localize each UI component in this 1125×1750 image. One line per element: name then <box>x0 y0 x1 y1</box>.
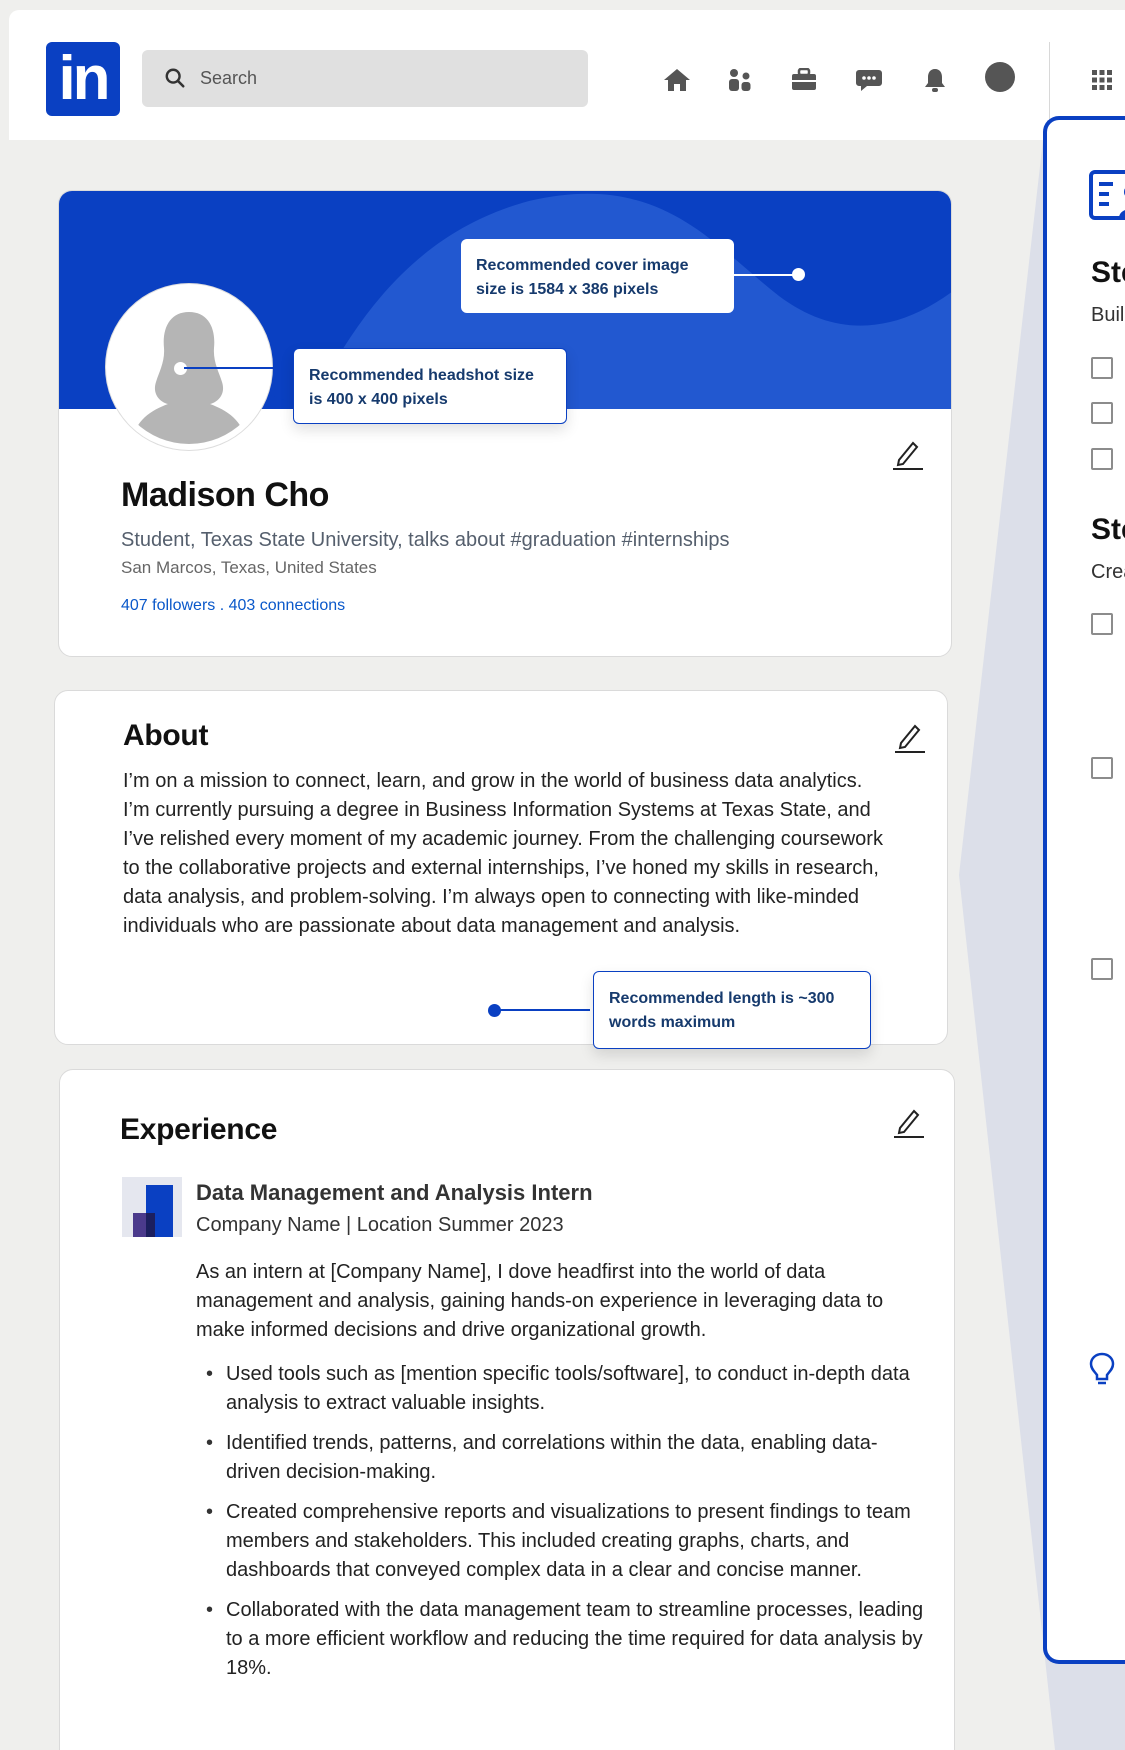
job-title: Data Management and Analysis Intern <box>196 1180 593 1205</box>
checklist-checkbox[interactable] <box>1091 613 1113 635</box>
profile-name: Madison Cho <box>121 476 329 514</box>
checklist-side-panel: Ste Buil Ste Crea <box>1043 116 1125 1664</box>
headshot-size-callout: Recommended headshot size is 400 x 400 p… <box>293 348 567 424</box>
edit-experience-pencil-icon[interactable] <box>892 1104 926 1138</box>
list-item: Identified trends, patterns, and correla… <box>206 1429 926 1487</box>
checklist-checkbox[interactable] <box>1091 958 1113 980</box>
job-meta: Company Name | Location Summer 2023 <box>196 1214 564 1236</box>
jobs-icon[interactable] <box>789 65 819 95</box>
list-item: Collaborated with the data management te… <box>206 1596 926 1683</box>
messaging-icon[interactable] <box>854 65 884 95</box>
lightbulb-icon <box>1089 1352 1115 1385</box>
job-bullets: Used tools such as [mention specific too… <box>206 1360 926 1694</box>
apps-grid-icon[interactable] <box>1087 65 1117 95</box>
list-item: Created comprehensive reports and visual… <box>206 1498 926 1585</box>
checklist-checkbox[interactable] <box>1091 448 1113 470</box>
profile-intro-card: Recommended cover image size is 1584 x 3… <box>58 190 952 657</box>
edit-about-pencil-icon[interactable] <box>893 719 927 753</box>
company-logo[interactable] <box>122 1177 182 1237</box>
job-description: As an intern at [Company Name], I dove h… <box>196 1261 884 1341</box>
profile-avatar[interactable] <box>985 62 1015 92</box>
step2-heading: Ste <box>1091 513 1125 546</box>
search-icon <box>165 68 185 88</box>
profile-headline: Student, Texas State University, talks a… <box>121 529 730 551</box>
step1-heading: Ste <box>1091 256 1125 289</box>
checklist-checkbox[interactable] <box>1091 757 1113 779</box>
experience-card: Experience Data Management and Analysis … <box>59 1069 955 1750</box>
about-callout-line <box>495 1009 590 1011</box>
about-card: About I’m on a mission to connect, learn… <box>54 690 948 1049</box>
about-length-callout: Recommended length is ~300 words maximum <box>593 971 871 1049</box>
linkedin-logo[interactable]: in <box>46 42 120 116</box>
edit-intro-pencil-icon[interactable] <box>891 436 925 470</box>
about-text: I’m on a mission to connect, learn, and … <box>123 770 883 937</box>
network-icon[interactable] <box>725 65 755 95</box>
followers-connections-link[interactable]: 407 followers . 403 connections <box>121 597 345 615</box>
about-title: About <box>123 719 209 752</box>
checklist-checkbox[interactable] <box>1091 357 1113 379</box>
cover-callout-dot <box>792 268 805 281</box>
profile-location: San Marcos, Texas, United States <box>121 558 377 577</box>
step2-subtext: Crea <box>1091 561 1125 583</box>
search-bar[interactable] <box>142 50 588 107</box>
search-input[interactable] <box>200 50 570 107</box>
top-nav-bar: in <box>9 10 1125 150</box>
profile-document-icon <box>1089 170 1125 220</box>
step1-subtext: Buil <box>1091 304 1125 326</box>
notifications-icon[interactable] <box>920 65 950 95</box>
cover-size-callout: Recommended cover image size is 1584 x 3… <box>461 239 734 313</box>
list-item: Used tools such as [mention specific too… <box>206 1360 926 1418</box>
home-icon[interactable] <box>662 65 692 95</box>
experience-title: Experience <box>120 1113 278 1146</box>
headshot-callout-line <box>184 367 274 369</box>
checklist-checkbox[interactable] <box>1091 402 1113 424</box>
